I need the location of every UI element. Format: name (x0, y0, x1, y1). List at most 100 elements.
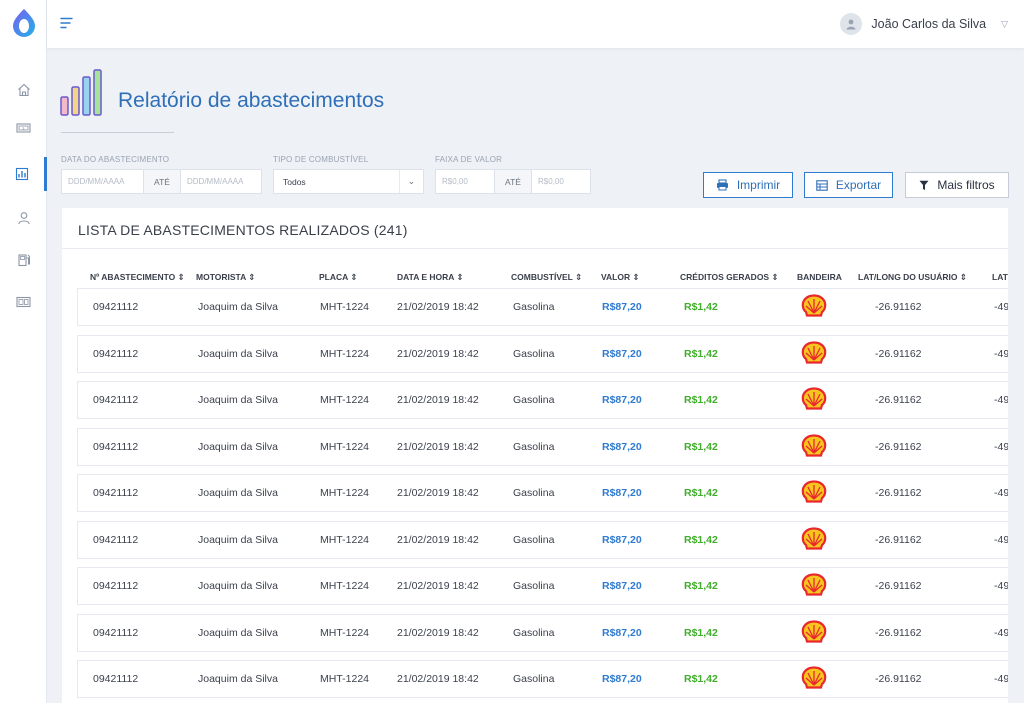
cell-plate: MHT-1224 (320, 487, 370, 499)
more-filters-button[interactable]: Mais filtros (905, 172, 1009, 198)
cell-driver: Joaquim da Silva (198, 440, 278, 453)
column-header-credits[interactable]: CRÉDITOS GERADOS ⇕ (680, 272, 779, 283)
shell-logo-icon (801, 294, 827, 318)
cell-id: 09421112 (93, 673, 139, 685)
cell-lat: -26.91162 (875, 487, 922, 499)
cell-id: 09421112 (93, 626, 139, 639)
table-row[interactable]: 09421112 Joaquim da Silva MHT-1224 21/02/20… (77, 288, 1008, 326)
column-header-lat-extra[interactable]: LAT (992, 272, 1008, 282)
table-icon (816, 179, 828, 191)
cell-lat: -26.91162 (875, 580, 922, 592)
cell-datetime: 21/02/2019 18:42 (397, 394, 479, 406)
cell-value: R$87,20 (602, 673, 642, 685)
user-name: João Carlos da Silva (871, 17, 987, 31)
cell-driver: Joaquim da Silva (198, 673, 278, 685)
cell-value: R$87,20 (602, 301, 642, 313)
filter-icon (919, 180, 929, 190)
cell-credits: R$1,42 (684, 487, 718, 499)
cell-driver: Joaquim da Silva (198, 487, 278, 499)
avatar (840, 13, 863, 35)
chevron-down-icon: ▽ (1001, 18, 1008, 29)
fuel-type-select[interactable]: Todos ⌄ (273, 169, 424, 194)
table-row[interactable]: 09421112 Joaquim da Silva MHT-1224 21/02/20… (77, 567, 1008, 605)
print-button[interactable]: Imprimir (703, 172, 793, 198)
table-row[interactable]: 09421112 Joaquim da Silva MHT-1224 21/02/20… (77, 520, 1008, 559)
shell-logo-icon (801, 666, 827, 690)
hamburger-icon[interactable] (59, 15, 75, 31)
cell-credits: R$1,42 (684, 673, 718, 685)
top-bar: João Carlos da Silva ▽ (47, 0, 1024, 48)
cell-driver: Joaquim da Silva (198, 347, 278, 360)
column-header-value[interactable]: VALOR ⇕ (601, 272, 640, 283)
cell-plate: MHT-1224 (320, 626, 370, 639)
app-logo-icon[interactable] (9, 7, 39, 39)
cell-lat: -26.91162 (875, 626, 922, 639)
export-button[interactable]: Exportar (804, 172, 893, 198)
cell-long: -49 (994, 487, 1008, 499)
cell-credits: R$1,42 (684, 626, 718, 639)
cell-value: R$87,20 (602, 580, 642, 592)
column-header-driver[interactable]: MOTORISTA ⇕ (196, 272, 255, 283)
value-from-input[interactable]: R$0,00 (435, 169, 495, 194)
cell-lat: -26.91162 (875, 533, 922, 546)
value-to-input[interactable]: R$0,00 (531, 169, 591, 194)
cell-value: R$87,20 (602, 487, 642, 499)
date-range-separator: ATÉ (144, 169, 180, 194)
fuel-pump-icon (17, 254, 30, 267)
sidebar-item-fuel[interactable] (0, 243, 47, 277)
cell-driver: Joaquim da Silva (198, 626, 278, 639)
fuel-filter-label: TIPO DE COMBUSTÍVEL (273, 155, 369, 164)
date-from-input[interactable]: DDD/MM/AAAA (61, 169, 144, 194)
money-icon: $ (16, 123, 31, 133)
cell-fuel: Gasolina (513, 533, 555, 546)
user-avatar-icon (846, 19, 856, 30)
table-row[interactable]: 09421112 Joaquim da Silva MHT-1224 21/02/20… (77, 381, 1008, 419)
cell-lat: -26.91162 (875, 440, 922, 453)
cell-driver: Joaquim da Silva (198, 580, 278, 592)
cell-lat: -26.91162 (875, 301, 922, 313)
table-row[interactable]: 09421112 Joaquim da Silva MHT-1224 21/02/20… (77, 474, 1008, 512)
sidebar-item-home[interactable] (0, 73, 47, 107)
table-row[interactable]: 09421112 Joaquim da Silva MHT-1224 21/02/20… (77, 427, 1008, 466)
cell-plate: MHT-1224 (320, 301, 370, 313)
date-to-input[interactable]: DDD/MM/AAAA (180, 169, 262, 194)
cell-fuel: Gasolina (513, 347, 555, 360)
shell-logo-icon (801, 526, 827, 551)
column-header-latlong[interactable]: LAT/LONG DO USUÁRIO ⇕ (858, 272, 967, 283)
table-row[interactable]: 09421112 Joaquim da Silva MHT-1224 21/02/20… (77, 660, 1008, 698)
cell-datetime: 21/02/2019 18:42 (397, 487, 479, 499)
cell-long: -49 (994, 673, 1008, 685)
cell-credits: R$1,42 (684, 301, 718, 313)
chevron-down-icon: ⌄ (399, 170, 423, 193)
cell-plate: MHT-1224 (320, 580, 370, 592)
cell-fuel: Gasolina (513, 580, 555, 592)
cell-driver: Joaquim da Silva (198, 533, 278, 546)
column-header-datetime[interactable]: DATA E HORA ⇕ (397, 272, 464, 283)
table-row[interactable]: 09421112 Joaquim da Silva MHT-1224 21/02/20… (77, 613, 1008, 652)
cell-credits: R$1,42 (684, 394, 718, 406)
shell-logo-icon (801, 433, 827, 458)
user-menu[interactable]: João Carlos da Silva ▽ (840, 12, 1008, 36)
column-header-fuel[interactable]: COMBUSTÍVEL ⇕ (511, 272, 582, 283)
value-filter-label: FAIXA DE VALOR (435, 155, 503, 164)
cell-lat: -26.91162 (875, 394, 922, 406)
user-icon (17, 212, 30, 225)
column-header-plate[interactable]: PLACA ⇕ (319, 272, 357, 283)
sidebar-item-reports[interactable] (0, 157, 47, 191)
cell-credits: R$1,42 (684, 440, 718, 453)
cell-lat: -26.91162 (875, 673, 922, 685)
refuel-list-card: LISTA DE ABASTECIMENTOS REALIZADOS (241)… (62, 208, 1008, 703)
cell-id: 09421112 (93, 580, 139, 592)
sidebar-item-profile[interactable] (0, 201, 47, 235)
shell-logo-icon (801, 387, 827, 411)
cell-long: -49 (994, 580, 1008, 592)
cell-fuel: Gasolina (513, 301, 555, 313)
column-header-id[interactable]: Nº ABASTECIMENTO ⇕ (90, 272, 185, 283)
sidebar-item-money[interactable]: $ (0, 111, 47, 145)
cell-driver: Joaquim da Silva (198, 301, 278, 313)
cell-fuel: Gasolina (513, 440, 555, 453)
table-row[interactable]: 09421112 Joaquim da Silva MHT-1224 21/02/20… (77, 334, 1008, 373)
sidebar-item-cards[interactable] (0, 285, 47, 319)
cell-long: -49 (994, 301, 1008, 313)
home-icon (17, 83, 30, 97)
